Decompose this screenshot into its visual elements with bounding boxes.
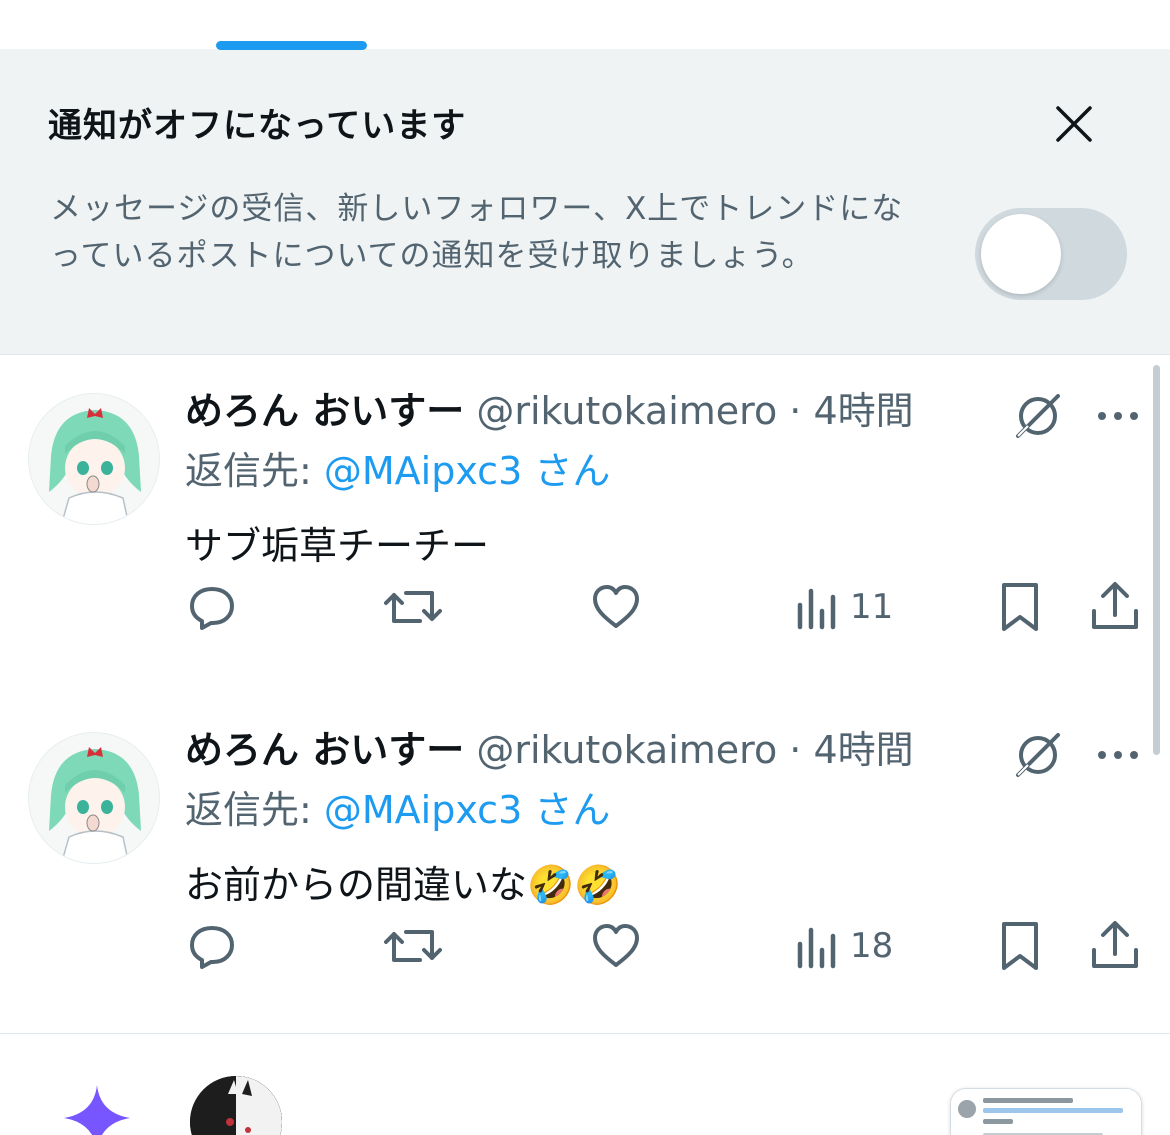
views-icon [797, 927, 836, 969]
views-count: 18 [850, 926, 894, 966]
reply-prefix: 返信先: [185, 449, 324, 493]
display-name[interactable]: めろん おいすー [185, 389, 464, 433]
post-actions: 11 [0, 579, 1170, 635]
grok-star-icon[interactable] [62, 1083, 132, 1135]
post-header: めろん おいすー @rikutokaimero · 4時間 [185, 726, 914, 774]
separator: · [789, 728, 802, 772]
reply-icon[interactable] [186, 918, 238, 974]
grok-icon[interactable] [1010, 388, 1066, 444]
grok-icon[interactable] [1010, 727, 1066, 783]
notifications-toggle[interactable] [975, 208, 1127, 300]
repost-icon[interactable] [384, 918, 444, 974]
more-icon[interactable] [1090, 388, 1146, 444]
scrollbar[interactable] [1153, 365, 1160, 755]
reply-icon[interactable] [186, 579, 238, 635]
views-icon [797, 588, 836, 630]
timestamp[interactable]: 4時間 [813, 728, 913, 772]
views-button[interactable]: 11 [796, 579, 893, 635]
more-icon[interactable] [1090, 727, 1146, 783]
like-icon[interactable] [590, 918, 642, 974]
image-thumbnail[interactable] [950, 1088, 1142, 1135]
handle[interactable]: @rikutokaimero [476, 389, 777, 433]
separator: · [789, 389, 802, 433]
views-count: 11 [850, 587, 894, 627]
bookmark-icon[interactable] [996, 579, 1044, 635]
reply-target-link[interactable]: @MAipxc3 さん [324, 449, 610, 493]
reply-prefix: 返信先: [185, 788, 324, 832]
active-tab-indicator [216, 41, 367, 50]
views-button[interactable]: 18 [796, 918, 893, 974]
post[interactable]: めろん おいすー @rikutokaimero · 4時間 返信先: @MAip… [0, 694, 1170, 1034]
timestamp[interactable]: 4時間 [813, 389, 913, 433]
like-icon[interactable] [590, 579, 642, 635]
share-icon[interactable] [1090, 918, 1140, 974]
bookmark-icon[interactable] [996, 918, 1044, 974]
repost-icon[interactable] [384, 579, 444, 635]
avatar[interactable] [28, 393, 160, 525]
share-icon[interactable] [1090, 579, 1140, 635]
handle[interactable]: @rikutokaimero [476, 728, 777, 772]
post[interactable]: めろん おいすー @rikutokaimero · 4時間 返信先: @MAip… [0, 355, 1170, 695]
post-text: サブ垢草チーチー [185, 524, 490, 568]
post-text: お前からの間違いな🤣🤣 [185, 863, 622, 907]
banner-description: メッセージの受信、新しいフォロワー、X上でトレンドになっているポストについての通… [50, 191, 904, 274]
avatar[interactable] [28, 732, 160, 864]
banner-title: 通知がオフになっています [48, 106, 467, 146]
toggle-knob [981, 214, 1061, 294]
display-name[interactable]: めろん おいすー [185, 728, 464, 772]
close-icon[interactable] [1046, 96, 1102, 152]
reply-target-link[interactable]: @MAipxc3 さん [324, 788, 610, 832]
reply-context: 返信先: @MAipxc3 さん [185, 786, 610, 834]
post-actions: 18 [0, 918, 1170, 974]
post-header: めろん おいすー @rikutokaimero · 4時間 [185, 387, 914, 435]
reply-context: 返信先: @MAipxc3 さん [185, 447, 610, 495]
tab-bar [0, 0, 1170, 50]
